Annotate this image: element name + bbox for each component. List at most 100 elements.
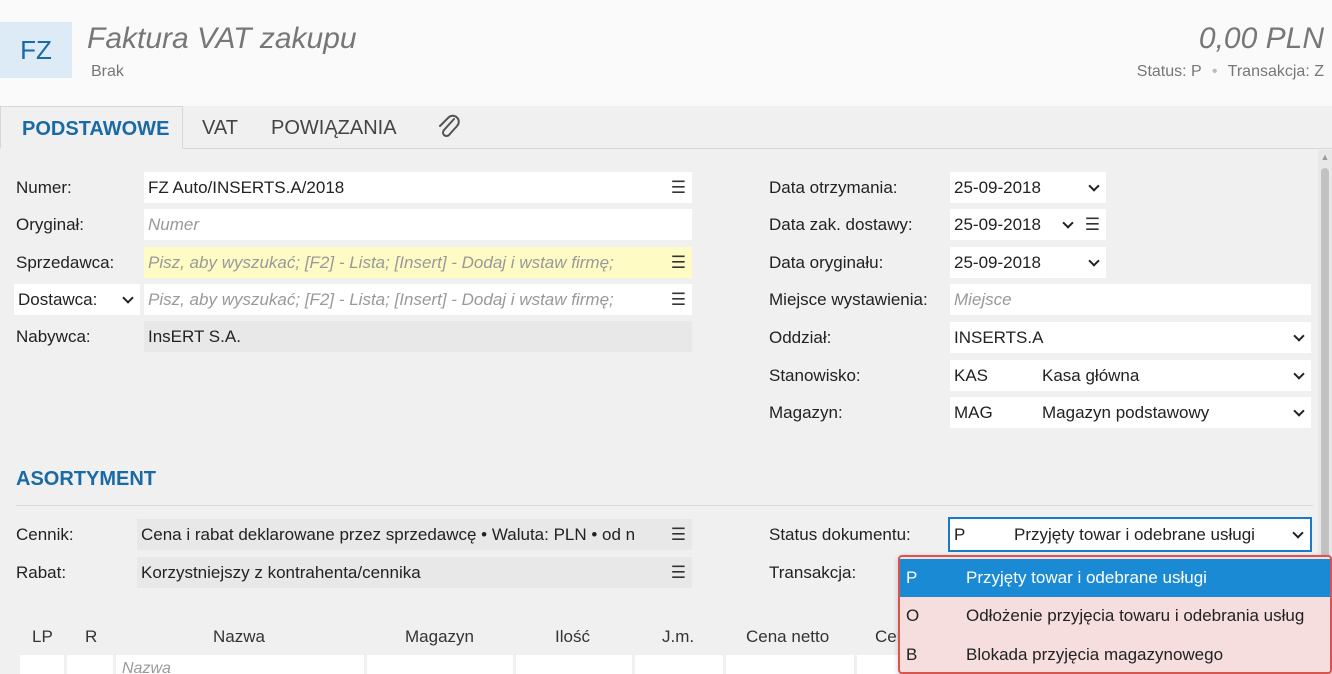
- oddzial-label: Oddział:: [769, 328, 832, 347]
- status-dokumentu-label: Status dokumentu:: [769, 525, 911, 544]
- column-header-nazwa[interactable]: Nazwa: [213, 627, 265, 647]
- chevron-down-icon: [1293, 405, 1305, 417]
- option-code: O: [906, 606, 920, 625]
- chevron-down-icon[interactable]: [1088, 255, 1100, 267]
- chevron-down-icon[interactable]: [1088, 180, 1100, 192]
- data-oryginalu-field[interactable]: 25-09-2018: [950, 247, 1106, 278]
- cennik-value: Cena i rabat deklarowane przez sprzedawc…: [141, 525, 636, 544]
- column-header-magazyn[interactable]: Magazyn: [405, 627, 474, 647]
- hamburger-menu-icon[interactable]: ☰: [662, 519, 686, 550]
- magazyn-code: MAG: [954, 403, 993, 422]
- data-otrzymania-field[interactable]: 25-09-2018: [950, 172, 1106, 203]
- dostawca-label: Dostawca:: [18, 290, 98, 309]
- column-header-ilosc[interactable]: Ilość: [555, 627, 590, 647]
- document-status-line: Status: P • Transakcja: Z: [1137, 63, 1324, 81]
- chevron-down-icon: [1293, 368, 1305, 380]
- grid-cell-ilosc[interactable]: [516, 655, 632, 674]
- option-label: Odłożenie przyjęcia towaru i odebrania u…: [966, 606, 1305, 625]
- sprzedawca-field[interactable]: Pisz, aby wyszukać; [F2] - Lista; [Inser…: [144, 247, 692, 278]
- miejsce-field[interactable]: Miejsce: [950, 284, 1311, 315]
- grid-cell-jm[interactable]: [635, 655, 723, 674]
- stanowisko-code: KAS: [954, 366, 989, 385]
- column-header-jm[interactable]: J.m.: [662, 627, 694, 647]
- oryginal-field[interactable]: Numer: [144, 209, 692, 240]
- document-type-badge: FZ: [0, 22, 72, 78]
- data-otrzymania-value: 25-09-2018: [954, 178, 1041, 197]
- numer-field[interactable]: FZ Auto/INSERTS.A/2018 ☰: [144, 172, 692, 203]
- status-value: Przyjęty towar i odebrane usługi: [1014, 525, 1255, 544]
- chevron-down-icon: [1293, 330, 1305, 342]
- grid-cell-r[interactable]: [67, 655, 113, 674]
- rabat-field[interactable]: Korzystniejszy z kontrahenta/cennika ☰: [137, 557, 692, 588]
- magazyn-select[interactable]: MAG Magazyn podstawowy: [950, 397, 1311, 428]
- option-label: Blokada przyjęcia magazynowego: [966, 645, 1224, 664]
- data-dostawy-field[interactable]: 25-09-2018 ☰: [950, 209, 1106, 240]
- stanowisko-label: Stanowisko:: [769, 366, 861, 385]
- miejsce-label: Miejsce wystawienia:: [769, 290, 928, 309]
- sprzedawca-label: Sprzedawca:: [16, 253, 115, 272]
- grid-cell-nazwa[interactable]: Nazwa: [116, 655, 364, 674]
- status-dokumentu-select[interactable]: P Przyjęty towar i odebrane usługi: [948, 517, 1312, 552]
- paperclip-icon[interactable]: [436, 113, 462, 141]
- stanowisko-select[interactable]: KAS Kasa główna: [950, 360, 1311, 391]
- separator-dot: •: [1211, 63, 1218, 80]
- tab-podstawowe[interactable]: PODSTAWOWE: [0, 106, 184, 149]
- document-subtitle: Brak: [91, 63, 124, 80]
- dostawca-field[interactable]: Pisz, aby wyszukać; [F2] - Lista; [Inser…: [144, 284, 692, 315]
- hamburger-menu-icon[interactable]: ☰: [671, 247, 686, 278]
- data-dostawy-label: Data zak. dostawy:: [769, 215, 913, 234]
- grid-cell-magazyn[interactable]: [367, 655, 513, 674]
- hamburger-menu-icon[interactable]: ☰: [671, 172, 686, 203]
- magazyn-label: Magazyn:: [769, 403, 843, 422]
- transakcja-label: Transakcja:: [769, 563, 857, 582]
- data-dostawy-value: 25-09-2018: [954, 215, 1041, 234]
- transaction-value: Z: [1314, 63, 1324, 80]
- status-dropdown-list[interactable]: P Przyjęty towar i odebrane usługi O Odł…: [898, 555, 1332, 674]
- section-title-asortyment: ASORTYMENT: [16, 468, 156, 490]
- option-code: P: [906, 568, 918, 587]
- magazyn-name: Magazyn podstawowy: [1042, 403, 1210, 422]
- grid-cell-cena-netto[interactable]: [726, 655, 854, 674]
- tab-vat[interactable]: VAT: [202, 106, 238, 149]
- option-label: Przyjęty towar i odebrane usługi: [966, 568, 1207, 587]
- option-code: B: [906, 645, 918, 664]
- document-title: Faktura VAT zakupu: [87, 22, 357, 55]
- sprzedawca-placeholder: Pisz, aby wyszukać; [F2] - Lista; [Inser…: [148, 253, 614, 272]
- oryginal-label: Oryginał:: [16, 215, 85, 234]
- dropdown-option-p[interactable]: P Przyjęty towar i odebrane usługi: [900, 559, 1330, 597]
- stanowisko-name: Kasa główna: [1042, 366, 1140, 385]
- dropdown-option-b[interactable]: B Blokada przyjęcia magazynowego: [900, 636, 1330, 672]
- status-label: Status:: [1136, 63, 1187, 80]
- dostawca-select[interactable]: Dostawca:: [14, 284, 140, 315]
- column-header-cena-netto[interactable]: Cena netto: [746, 627, 829, 647]
- numer-label: Numer:: [16, 178, 72, 197]
- dropdown-option-o[interactable]: O Odłożenie przyjęcia towaru i odebrania…: [900, 597, 1330, 635]
- table-row-new[interactable]: Nazwa: [20, 655, 900, 674]
- data-otrzymania-label: Data otrzymania:: [769, 178, 898, 197]
- rabat-label: Rabat:: [16, 563, 67, 582]
- hamburger-menu-icon[interactable]: ☰: [671, 284, 686, 315]
- grid-cell-cena[interactable]: [857, 655, 900, 674]
- document-amount: 0,00 PLN: [1198, 22, 1324, 55]
- cennik-field[interactable]: Cena i rabat deklarowane przez sprzedawc…: [137, 519, 692, 550]
- hamburger-menu-icon[interactable]: ☰: [671, 557, 686, 588]
- tab-powiazania[interactable]: POWIĄZANIA: [271, 106, 397, 149]
- column-header-lp[interactable]: LP: [32, 627, 53, 647]
- column-header-r[interactable]: R: [85, 627, 97, 647]
- chevron-down-icon[interactable]: [1062, 217, 1074, 229]
- oddzial-select[interactable]: INSERTS.A: [950, 322, 1311, 353]
- numer-value: FZ Auto/INSERTS.A/2018: [148, 178, 345, 197]
- scroll-up-arrow-icon[interactable]: ▲: [1318, 150, 1332, 164]
- data-oryginalu-value: 25-09-2018: [954, 253, 1041, 272]
- chevron-down-icon: [1292, 527, 1304, 539]
- grid-cell-lp[interactable]: [20, 655, 64, 674]
- status-code: P: [954, 525, 966, 544]
- status-value: P: [1191, 63, 1202, 80]
- rabat-value: Korzystniejszy z kontrahenta/cennika: [141, 563, 421, 582]
- tab-bar: PODSTAWOWE VAT POWIĄZANIA: [0, 106, 1332, 149]
- transaction-label: Transakcja:: [1227, 63, 1310, 80]
- chevron-down-icon: [122, 292, 134, 304]
- document-header: FZ Faktura VAT zakupu Brak 0,00 PLN Stat…: [0, 0, 1332, 106]
- nabywca-label: Nabywca:: [16, 327, 91, 346]
- hamburger-menu-icon[interactable]: ☰: [1085, 209, 1100, 240]
